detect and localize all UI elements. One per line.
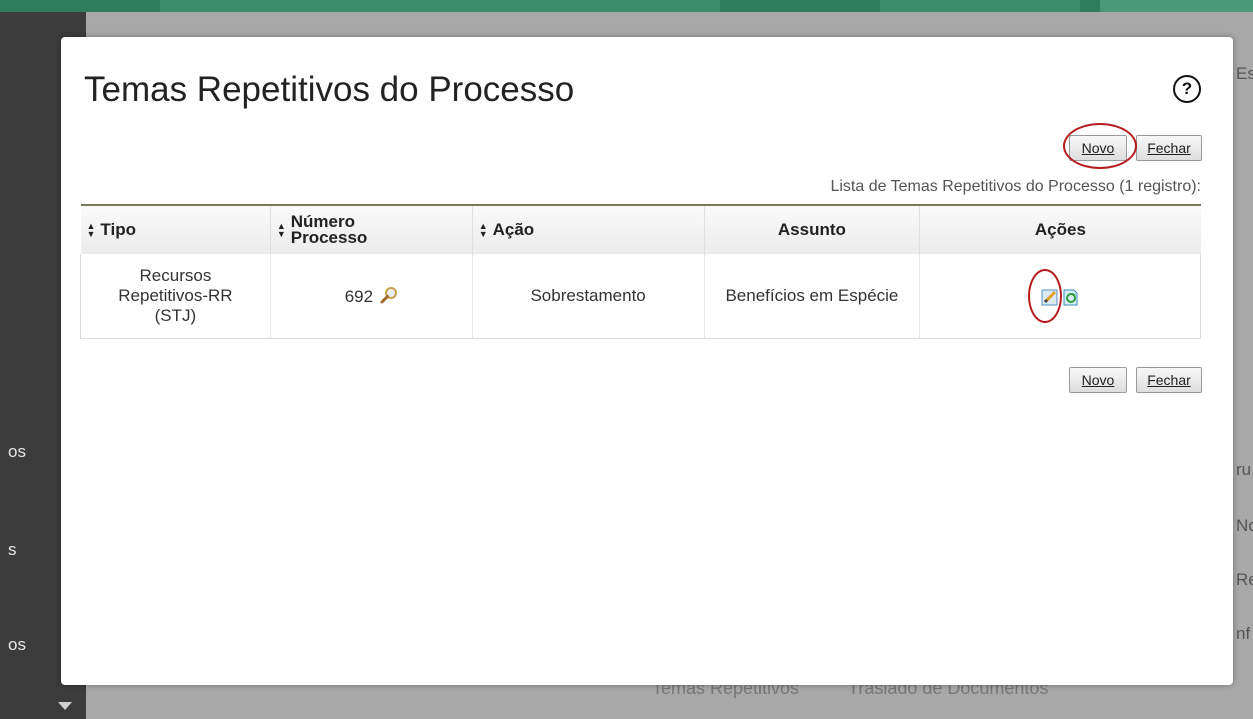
cell-text: (STJ) [154,306,197,325]
temas-table: ▲ ▼ Tipo ▲ ▼ Número Processo ▲ ▼ Ação As… [80,204,1201,339]
column-header-acoes: Ações [919,205,1201,254]
sidebar-fragment: os [8,442,26,461]
right-fragment: Re [1236,570,1253,589]
cell-text: Repetitivos-RR [118,286,233,305]
novo-button-top[interactable]: Novo [1069,135,1127,161]
column-header-numero-processo[interactable]: ▲ ▼ Número Processo [270,205,473,254]
temas-repetitivos-modal: Temas Repetitivos do Processo ? Novo Fec… [61,37,1233,685]
fechar-button-bottom[interactable]: Fechar [1136,367,1202,393]
modal-title: Temas Repetitivos do Processo [84,70,575,109]
column-header-acao[interactable]: ▲ ▼ Ação [472,205,705,254]
column-header-tipo[interactable]: ▲ ▼ Tipo [80,205,271,254]
cell-tipo: Recursos Repetitivos-RR (STJ) [80,254,271,339]
right-fragment: No [1236,516,1253,535]
fechar-button-top[interactable]: Fechar [1136,135,1202,161]
right-fragment: ru [1236,460,1252,479]
magnifier-icon[interactable] [380,286,398,304]
sort-arrows-icon[interactable]: ▲ ▼ [87,222,96,239]
cell-acoes [919,254,1201,339]
background-top-bar [0,0,1253,12]
header-label: Assunto [777,220,846,239]
edit-pencil-icon[interactable] [1041,288,1059,306]
sidebar-fragment: s [8,540,17,559]
header-label: Tipo [100,220,136,239]
sort-arrows-icon[interactable]: ▲ ▼ [277,222,286,239]
sort-arrows-icon[interactable]: ▲ ▼ [479,222,488,239]
cell-numero: 692 [270,254,473,339]
column-header-assunto: Assunto [704,205,921,254]
sidebar-fragment: os [8,635,26,654]
cell-acao: Sobrestamento [472,254,705,339]
header-label: Ação [492,220,535,239]
header-label: Processo [290,228,368,247]
chevron-down-icon [58,702,72,710]
cell-assunto: Benefícios em Espécie [704,254,921,339]
cell-text: Recursos [139,266,212,285]
table-row: Recursos Repetitivos-RR (STJ) 692 Sobres… [80,254,1201,339]
cell-text: 692 [344,286,374,306]
novo-button-bottom[interactable]: Novo [1069,367,1127,393]
header-label: Ações [1034,220,1086,239]
right-fragment: Es [1236,64,1253,83]
list-caption: Lista de Temas Repetitivos do Processo (… [830,178,1201,195]
right-fragment: nf [1236,624,1251,643]
document-refresh-icon[interactable] [1061,288,1079,306]
question-circle-icon[interactable]: ? [1173,75,1201,103]
